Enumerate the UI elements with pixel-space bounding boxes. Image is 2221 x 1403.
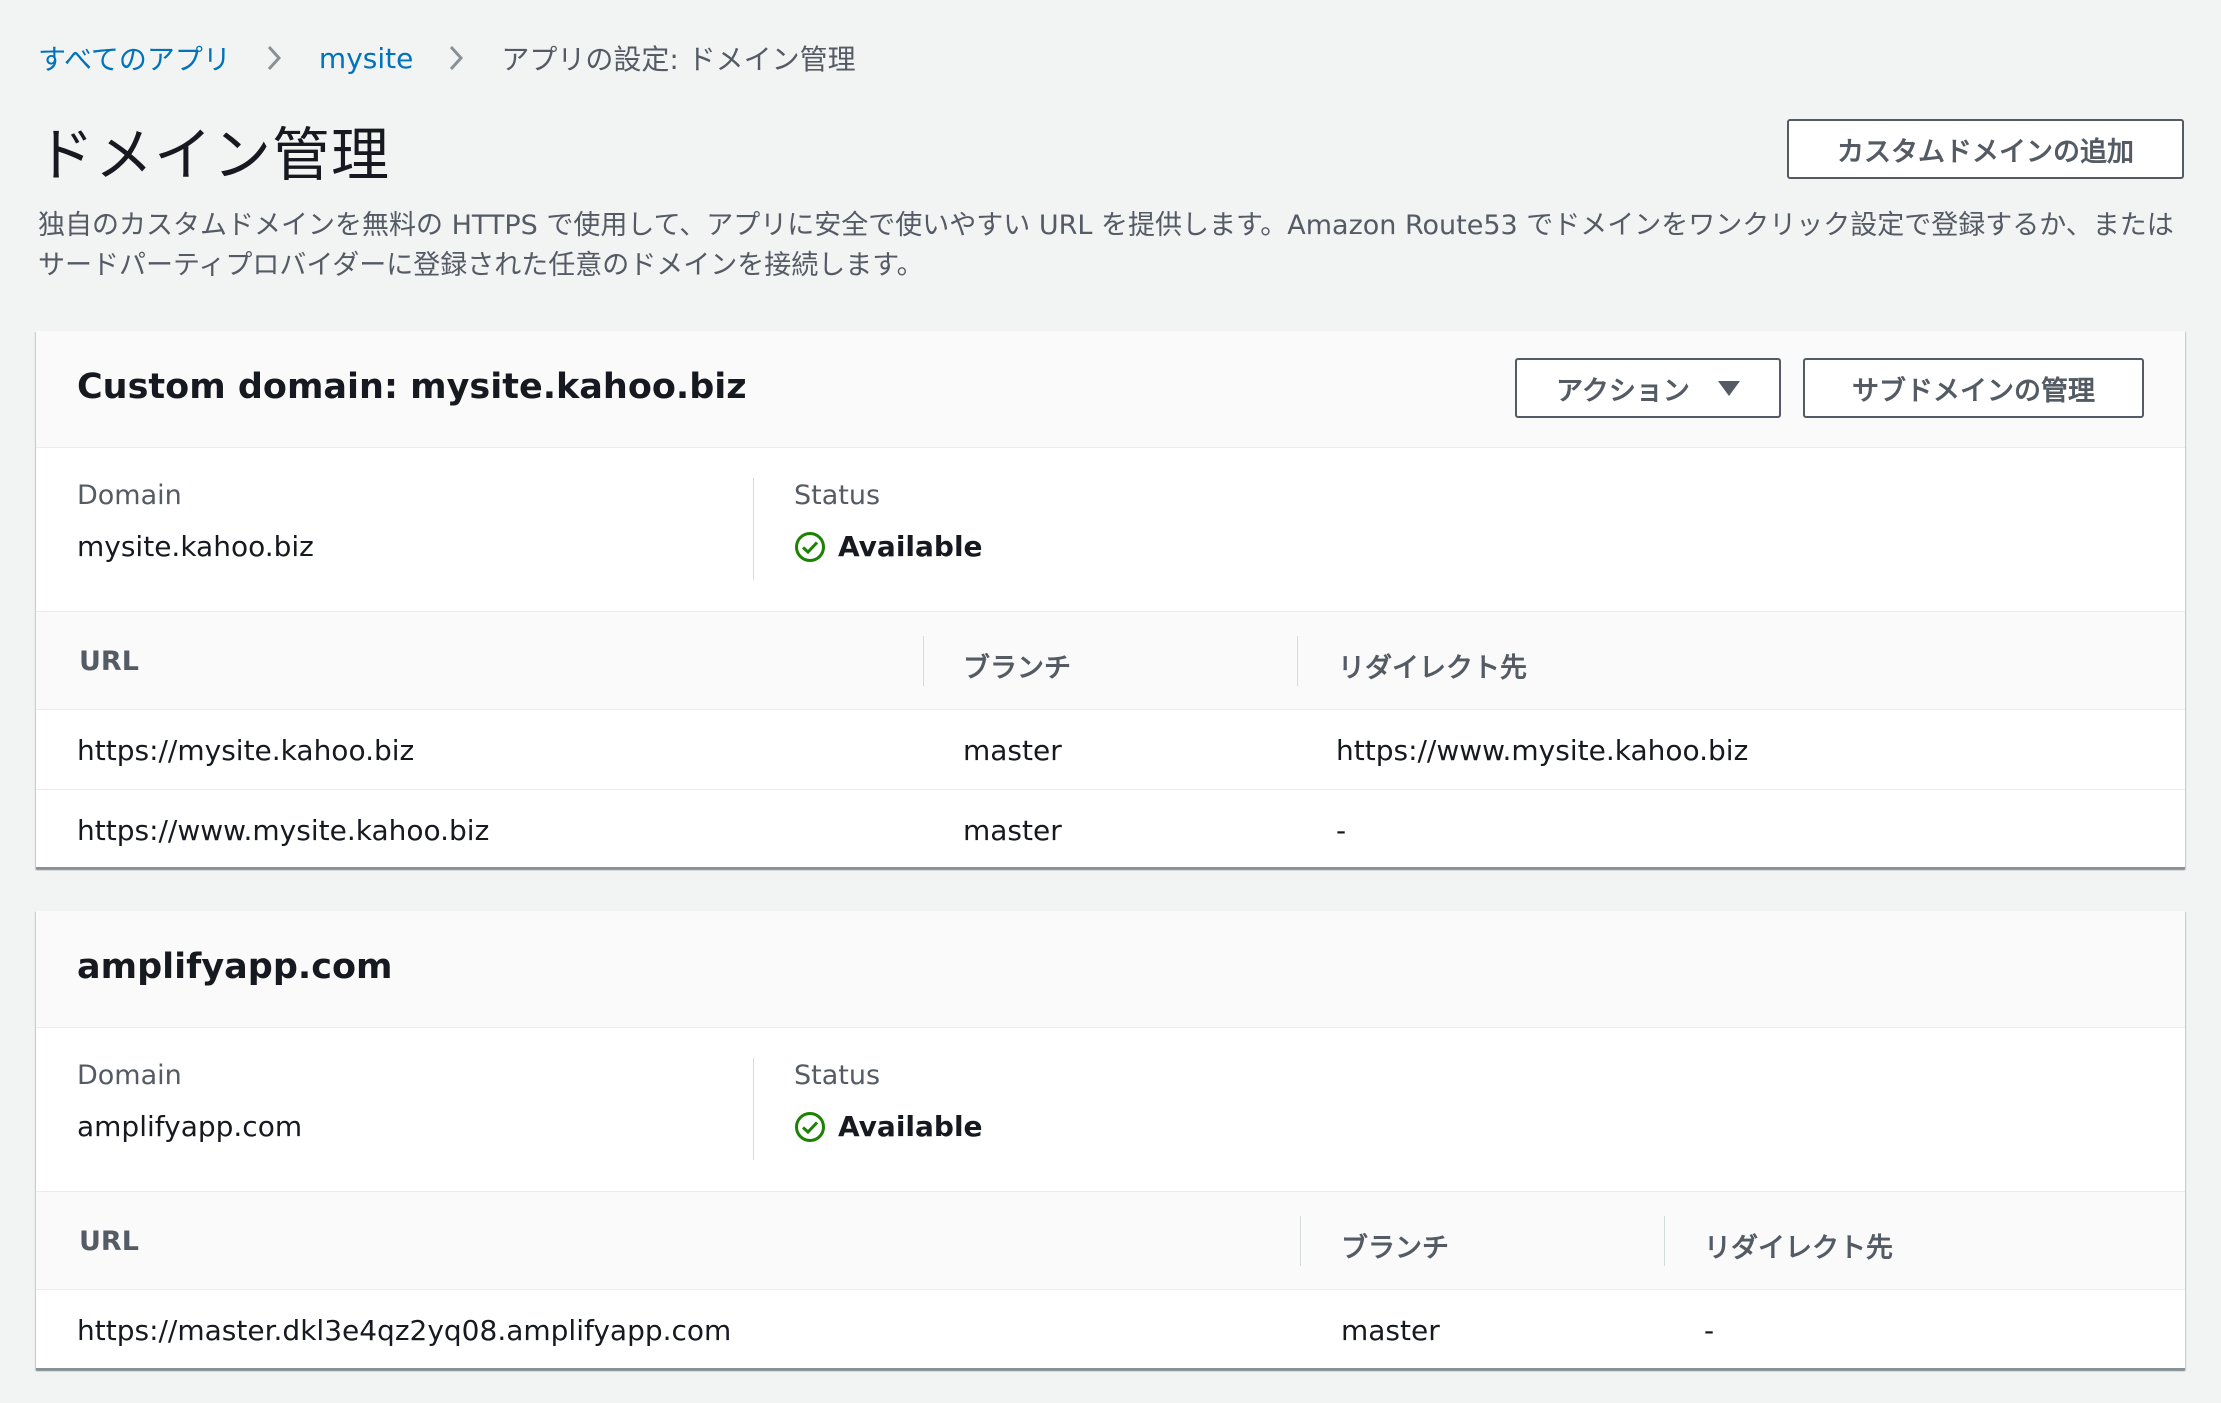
breadcrumb-current: アプリの設定: ドメイン管理 — [501, 43, 856, 76]
table-header: URL ブランチ リダイレクト先 — [36, 1192, 2185, 1290]
divider — [753, 478, 754, 580]
chevron-right-icon — [259, 43, 289, 73]
column-divider — [1664, 1216, 1665, 1266]
status-label: Status — [794, 480, 881, 511]
url-table: URL ブランチ リダイレクト先 https://mysite.kahoo.bi… — [36, 612, 2185, 870]
card-header: amplifyapp.com — [36, 911, 2185, 1028]
amplify-domain-card: amplifyapp.com Domain amplifyapp.com Sta… — [36, 911, 2185, 1370]
check-circle-icon — [795, 531, 825, 562]
domain-management-page: すべてのアプリ mysite アプリの設定: ドメイン管理 ドメイン管理 カスタ… — [0, 0, 2221, 1403]
url-cell: https://www.mysite.kahoo.biz — [77, 814, 490, 847]
status-label: Status — [794, 1060, 881, 1091]
page-title: ドメイン管理 — [36, 121, 391, 189]
page-description: 独自のカスタムドメインを無料の HTTPS で使用して、アプリに安全で使いやすい… — [38, 210, 2174, 281]
table-header: URL ブランチ リダイレクト先 — [36, 612, 2185, 710]
redirect-cell: - — [1336, 814, 1347, 847]
card-title: amplifyapp.com — [77, 947, 393, 987]
domain-value: amplifyapp.com — [77, 1110, 303, 1143]
table-row: https://master.dkl3e4qz2yq08.amplifyapp.… — [36, 1290, 2185, 1370]
status-badge: Available — [794, 530, 983, 563]
branch-cell: master — [1341, 1314, 1440, 1347]
card-header: Custom domain: mysite.kahoo.biz アクション サブ… — [36, 331, 2185, 448]
actions-label: アクション — [1556, 375, 1690, 407]
redirect-cell: https://www.mysite.kahoo.biz — [1336, 734, 1749, 767]
column-header-url: URL — [79, 1226, 139, 1257]
status-text: Available — [838, 530, 983, 563]
branch-cell: master — [963, 734, 1062, 767]
domain-info: Domain mysite.kahoo.biz Status Available — [36, 448, 2185, 612]
domain-value: mysite.kahoo.biz — [77, 530, 314, 563]
url-table: URL ブランチ リダイレクト先 https://master.dkl3e4qz… — [36, 1192, 2185, 1370]
add-custom-domain-button[interactable]: カスタムドメインの追加 — [1787, 119, 2184, 179]
branch-cell: master — [963, 814, 1062, 847]
table-row: https://www.mysite.kahoo.biz master - — [36, 790, 2185, 870]
column-header-redirect: リダイレクト先 — [1338, 653, 1527, 684]
column-header-redirect: リダイレクト先 — [1704, 1233, 1893, 1264]
chevron-right-icon — [441, 43, 471, 73]
url-cell: https://master.dkl3e4qz2yq08.amplifyapp.… — [77, 1314, 732, 1347]
caret-down-icon — [1717, 380, 1740, 396]
custom-domain-card: Custom domain: mysite.kahoo.biz アクション サブ… — [36, 331, 2185, 869]
domain-label: Domain — [77, 480, 182, 511]
divider — [753, 1058, 754, 1160]
breadcrumb-mysite[interactable]: mysite — [319, 42, 413, 75]
actions-dropdown-button[interactable]: アクション — [1515, 358, 1781, 418]
domain-label: Domain — [77, 1060, 182, 1091]
column-header-branch: ブランチ — [963, 653, 1071, 684]
manage-subdomains-button[interactable]: サブドメインの管理 — [1803, 358, 2144, 418]
breadcrumb-all-apps[interactable]: すべてのアプリ — [38, 38, 231, 78]
status-badge: Available — [794, 1110, 983, 1143]
status-text: Available — [838, 1110, 983, 1143]
column-header-branch: ブランチ — [1341, 1233, 1449, 1264]
domain-info: Domain amplifyapp.com Status Available — [36, 1028, 2185, 1192]
breadcrumb: すべてのアプリ mysite アプリの設定: ドメイン管理 — [38, 38, 856, 78]
table-row: https://mysite.kahoo.biz master https://… — [36, 710, 2185, 790]
card-title: Custom domain: mysite.kahoo.biz — [77, 367, 747, 407]
redirect-cell: - — [1704, 1314, 1715, 1347]
check-circle-icon — [795, 1111, 825, 1142]
url-cell: https://mysite.kahoo.biz — [77, 734, 415, 767]
column-divider — [1297, 636, 1298, 686]
column-header-url: URL — [79, 646, 139, 677]
column-divider — [1300, 1216, 1301, 1266]
column-divider — [923, 636, 924, 686]
